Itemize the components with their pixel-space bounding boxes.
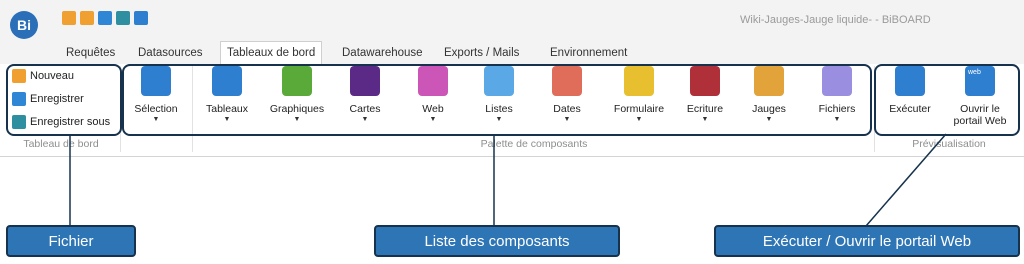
- callout-composants: Liste des composants: [374, 225, 620, 257]
- callout-portail: Exécuter / Ouvrir le portail Web: [714, 225, 1020, 257]
- connector-portail: [865, 133, 947, 227]
- callout-fichier: Fichier: [6, 225, 136, 257]
